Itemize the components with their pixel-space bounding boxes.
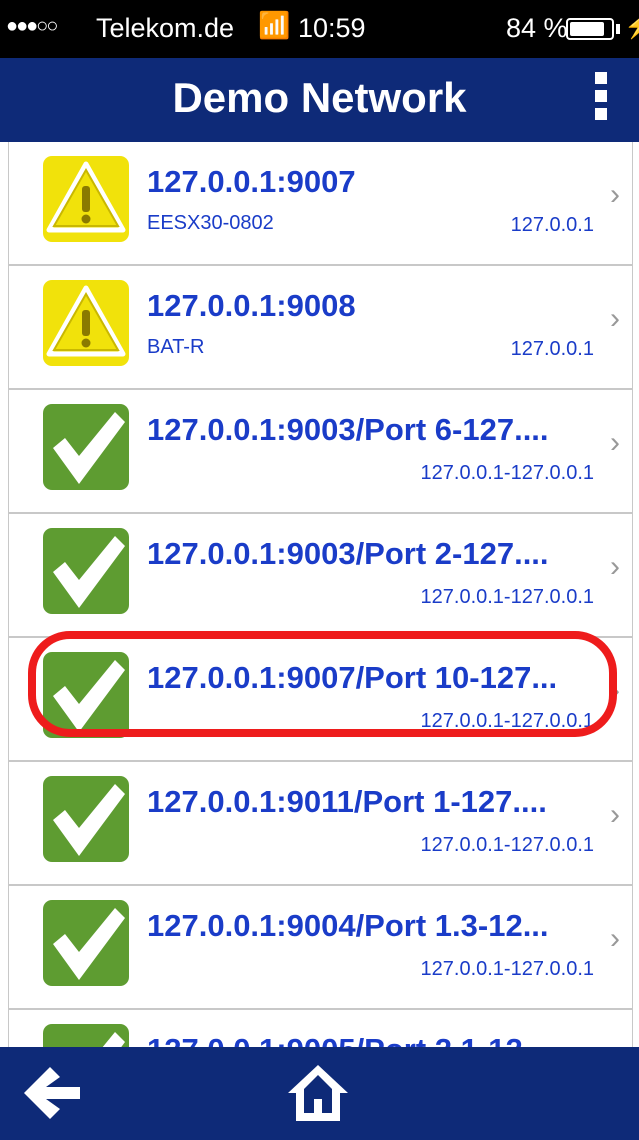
- device-row[interactable]: 127.0.0.1:9005/Port 2.1-12...›: [9, 1010, 632, 1047]
- check-icon: [43, 652, 129, 738]
- device-row[interactable]: 127.0.0.1:9003/Port 6-127.... 127.0.0.1-1…: [9, 390, 632, 514]
- chevron-right-icon: ›: [610, 922, 620, 955]
- warning-icon: [43, 156, 129, 242]
- device-title: 127.0.0.1:9004/Port 1.3-12...: [147, 908, 549, 943]
- device-row[interactable]: 127.0.0.1:9003/Port 2-127.... 127.0.0.1-1…: [9, 514, 632, 638]
- more-vertical-icon[interactable]: [594, 72, 608, 130]
- bottom-toolbar: [0, 1047, 639, 1140]
- chevron-right-icon: ›: [610, 798, 620, 831]
- status-bar: ●●●○○ Telekom.de 📶 10:59 84 % ⚡: [0, 0, 639, 58]
- device-row[interactable]: 127.0.0.1:9007 EESX30-0802 127.0.0.1 ›: [9, 142, 632, 266]
- home-button[interactable]: [286, 1061, 350, 1125]
- device-ip: 127.0.0.1-127.0.0.1: [420, 710, 594, 732]
- battery-tip: [616, 24, 620, 34]
- device-name: EESX30-0802: [147, 212, 274, 234]
- page-title: Demo Network: [172, 74, 467, 121]
- device-row[interactable]: 127.0.0.1:9011/Port 1-127.... 127.0.0.1-1…: [9, 762, 632, 886]
- home-icon: [288, 1065, 348, 1121]
- device-ip: 127.0.0.1: [510, 214, 594, 236]
- device-list[interactable]: 127.0.0.1:9007 EESX30-0802 127.0.0.1 › 127.0…: [8, 142, 633, 1047]
- device-row[interactable]: 127.0.0.1:9007/Port 10-127... 127.0.0.1-1…: [9, 638, 632, 762]
- device-name: BAT-R: [147, 336, 205, 358]
- arrow-left-icon: [24, 1067, 80, 1119]
- check-icon: [43, 900, 129, 986]
- device-title: 127.0.0.1:9007: [147, 164, 356, 199]
- device-ip: 127.0.0.1-127.0.0.1: [420, 462, 594, 484]
- navigation-bar: Demo Network: [0, 58, 639, 142]
- chevron-right-icon: ›: [610, 178, 620, 211]
- charging-icon: ⚡: [624, 13, 639, 40]
- chevron-right-icon: ›: [610, 426, 620, 459]
- warning-icon: [43, 280, 129, 366]
- device-title: 127.0.0.1:9007/Port 10-127...: [147, 660, 558, 695]
- signal-strength-icon: ●●●○○: [6, 15, 58, 37]
- wifi-icon: 📶: [258, 10, 291, 40]
- device-ip: 127.0.0.1-127.0.0.1: [420, 834, 594, 856]
- device-row[interactable]: 127.0.0.1:9004/Port 1.3-12... 127.0.0.1-1…: [9, 886, 632, 1010]
- device-ip: 127.0.0.1-127.0.0.1: [420, 586, 594, 608]
- check-icon: [43, 528, 129, 614]
- device-row[interactable]: 127.0.0.1:9008 BAT-R 127.0.0.1 ›: [9, 266, 632, 390]
- device-title: 127.0.0.1:9011/Port 1-127....: [147, 784, 547, 819]
- device-title: 127.0.0.1:9005/Port 2.1-12...: [147, 1032, 587, 1047]
- device-title: 127.0.0.1:9003/Port 2-127....: [147, 536, 549, 571]
- carrier-name: Telekom.de: [96, 13, 235, 43]
- check-icon: [43, 776, 129, 862]
- chevron-right-icon: ›: [610, 550, 620, 583]
- device-ip: 127.0.0.1: [510, 338, 594, 360]
- check-icon: [43, 404, 129, 490]
- check-icon: [43, 1024, 129, 1047]
- status-time: 10:59: [298, 13, 366, 43]
- battery-icon: [566, 18, 614, 40]
- chevron-right-icon: ›: [610, 674, 620, 707]
- battery-percentage: 84 %: [506, 13, 568, 43]
- device-title: 127.0.0.1:9003/Port 6-127....: [147, 412, 549, 447]
- chevron-right-icon: ›: [610, 302, 620, 335]
- back-button[interactable]: [20, 1063, 84, 1123]
- device-title: 127.0.0.1:9008: [147, 288, 356, 323]
- device-ip: 127.0.0.1-127.0.0.1: [420, 958, 594, 980]
